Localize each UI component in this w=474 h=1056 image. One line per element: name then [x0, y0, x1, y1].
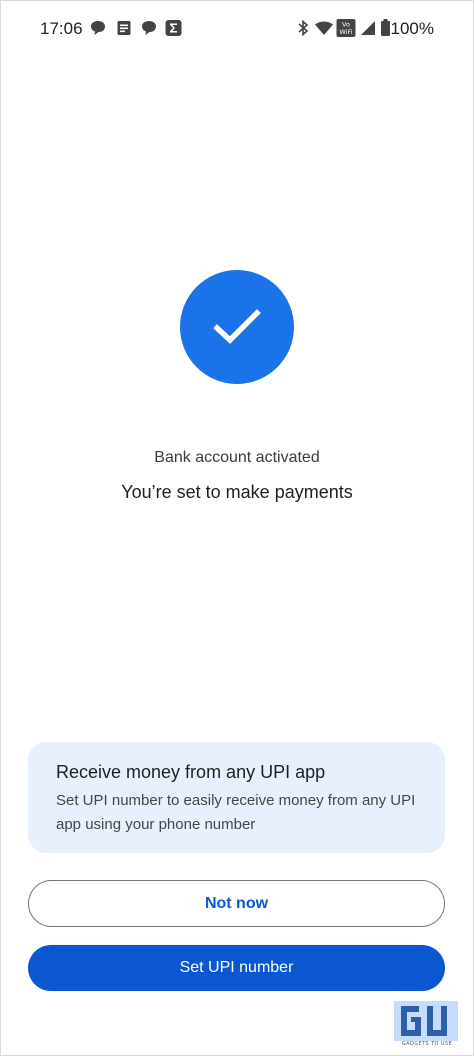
not-now-button[interactable]: Not now — [28, 880, 445, 927]
sigma-icon — [165, 20, 182, 36]
vowifi-label-bottom: WiFi — [339, 28, 352, 36]
status-bar: 17:06 Vo WiFi 100% — [0, 0, 474, 58]
bluetooth-icon — [298, 19, 309, 37]
vowifi-icon: Vo WiFi — [336, 19, 356, 37]
upi-card-title: Receive money from any UPI app — [56, 762, 326, 782]
set-upi-number-button[interactable]: Set UPI number — [28, 945, 445, 991]
success-check-circle — [180, 270, 294, 384]
cellular-signal-icon — [361, 21, 375, 35]
battery-percent: 100% — [390, 19, 434, 38]
battery-icon — [381, 19, 390, 36]
checkmark-icon — [213, 309, 261, 344]
chat-icon — [91, 21, 105, 35]
status-time: 17:06 — [40, 19, 83, 38]
watermark-text: GADGETS TO USE — [401, 1041, 453, 1047]
upi-info-card: Receive money from any UPI app Set UPI n… — [28, 742, 445, 853]
chat-icon — [142, 21, 156, 35]
upi-card-description: Set UPI number to easily receive money f… — [56, 792, 416, 833]
document-icon — [117, 21, 131, 35]
success-title: You’re set to make payments — [121, 482, 353, 502]
success-subtitle: Bank account activated — [154, 449, 320, 466]
wifi-icon — [315, 21, 333, 35]
